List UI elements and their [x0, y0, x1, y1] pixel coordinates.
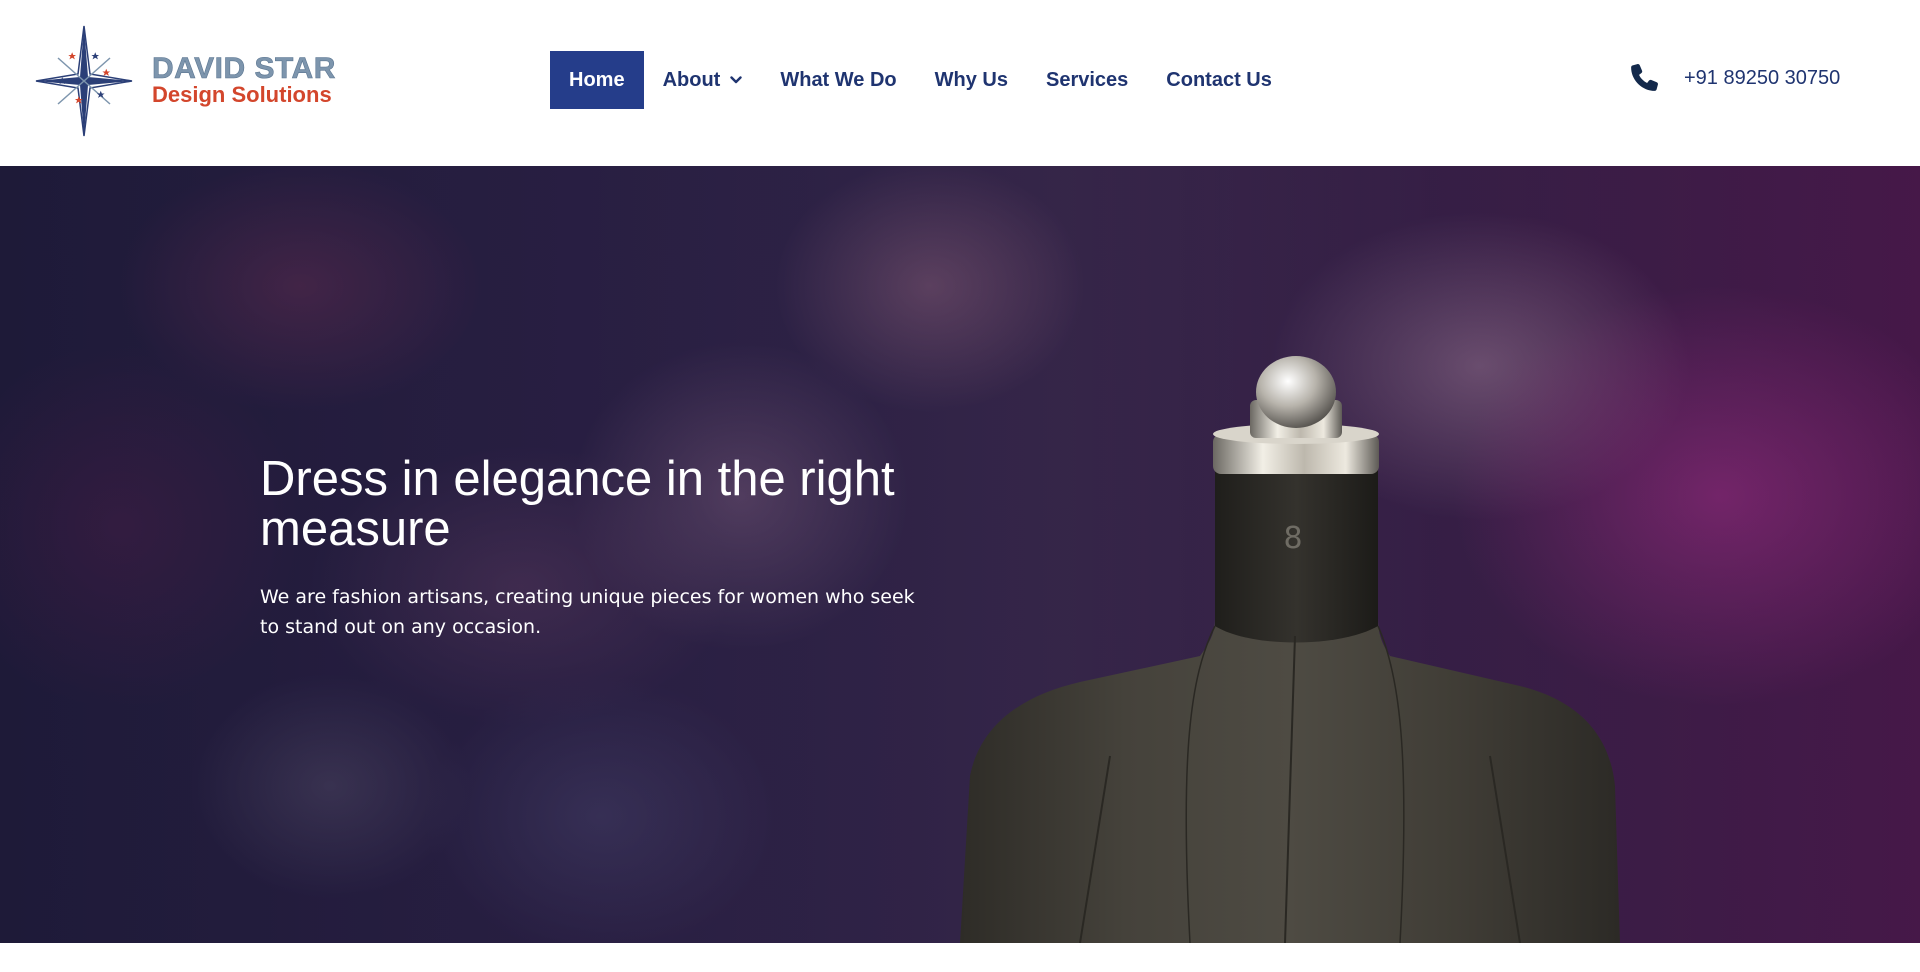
- nav-what-we-do[interactable]: What We Do: [761, 51, 915, 109]
- phone-link[interactable]: +91 89250 30750: [1628, 56, 1840, 100]
- nav-why-us-label: Why Us: [934, 68, 1008, 91]
- hero-title: Dress in elegance in the right measure: [260, 452, 895, 556]
- hero-subtitle: We are fashion artisans, creating unique…: [260, 586, 915, 638]
- phone-number: +91 89250 30750: [1684, 66, 1841, 89]
- nav-what-we-do-label: What We Do: [780, 68, 897, 91]
- nav-services[interactable]: Services: [1027, 51, 1147, 109]
- mannequin-image: 8: [960, 356, 1620, 943]
- nav-home-label: Home: [569, 68, 625, 91]
- brand-name: DAVID STAR: [152, 52, 336, 85]
- nav-about[interactable]: About: [644, 51, 762, 109]
- brand-wordmark: DAVID STAR Design Solutions: [152, 52, 336, 107]
- brand-tagline: Design Solutions: [152, 82, 332, 107]
- svg-text:8: 8: [1283, 521, 1302, 556]
- hero-banner: Dress in elegance in the right measure W…: [0, 166, 1920, 943]
- nav-services-label: Services: [1045, 68, 1129, 91]
- site-header: DAVID STAR Design Solutions Home About W…: [0, 0, 1920, 166]
- nav-contact-us-label: Contact Us: [1166, 68, 1272, 91]
- brand-logo[interactable]: DAVID STAR Design Solutions: [32, 22, 352, 140]
- nav-about-label: About: [662, 68, 721, 91]
- phone-icon: [1631, 64, 1658, 91]
- main-nav: Home About What We Do Why Us Services Co…: [550, 51, 1291, 109]
- nav-why-us[interactable]: Why Us: [916, 51, 1027, 109]
- nav-home[interactable]: Home: [550, 51, 644, 109]
- nav-contact-us[interactable]: Contact Us: [1147, 51, 1291, 109]
- chevron-down-icon: [730, 76, 743, 84]
- compass-star-icon: [35, 25, 133, 137]
